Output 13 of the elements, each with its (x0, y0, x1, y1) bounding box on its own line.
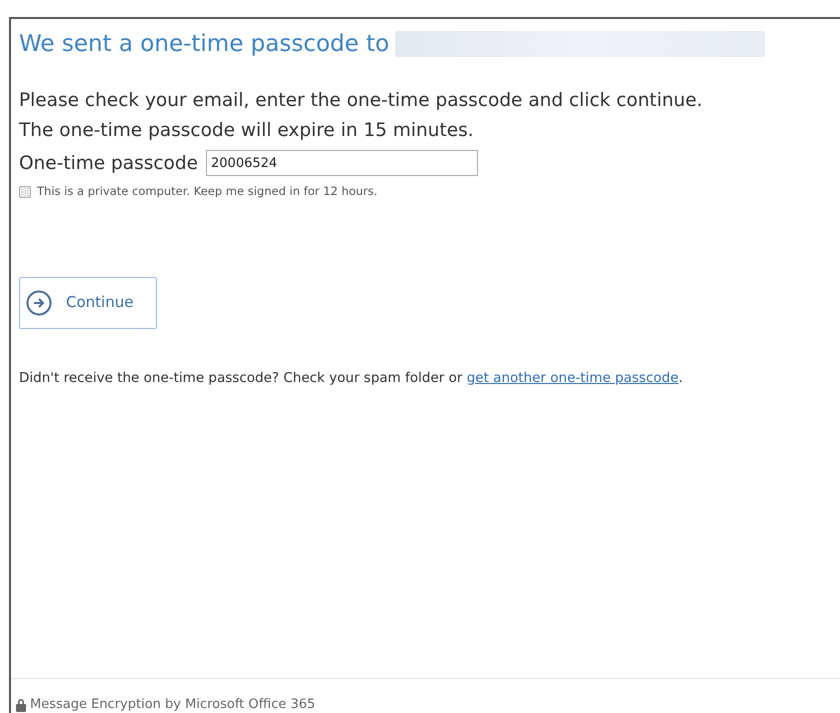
passcode-field[interactable]: 20006524 (206, 150, 478, 176)
lock-icon (15, 698, 27, 712)
heading: We sent a one-time passcode to (19, 30, 390, 59)
keep-signed-in-label: This is a private computer. Keep me signed in for 12 hours. (37, 183, 378, 200)
instruction-text: The one-time passcode will expire in 15 minutes. (19, 118, 475, 142)
help-text: Didn't receive the one-time passcode? Check your spam folder or get another one-time passcode. (19, 368, 684, 388)
instruction-text: Please check your email, enter the one-time passcode and click continue. (19, 88, 704, 112)
continue-button[interactable]: Continue (19, 276, 157, 328)
get-passcode-link[interactable]: get another one-time passcode (466, 370, 679, 386)
arrow-circle-icon (26, 290, 52, 316)
passcode-label: One-time passcode (19, 152, 198, 176)
footer-text: Message Encryption by Microsoft Office 365 (30, 696, 316, 713)
keep-signed-in-checkbox[interactable] (19, 186, 31, 198)
